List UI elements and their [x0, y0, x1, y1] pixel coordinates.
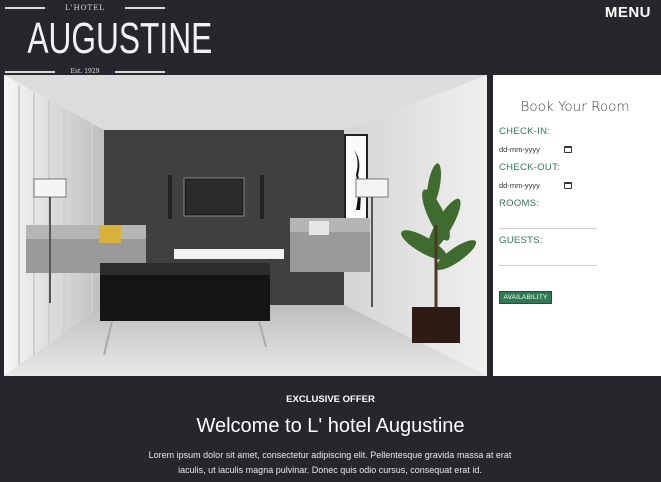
availability-button[interactable]: AVAILABILITY: [499, 291, 552, 304]
booking-title: Book Your Room: [520, 99, 630, 115]
calendar-icon[interactable]: [564, 146, 572, 153]
intro-line-1: Lorem ipsum dolor sit amet, consectetur …: [148, 450, 512, 460]
logo-small-text: L'HOTEL: [65, 4, 105, 12]
hero-room-image: [4, 75, 487, 376]
intro-paragraph: Lorem ipsum dolor sit amet, consectetur …: [120, 448, 540, 478]
menu-button[interactable]: MENU: [605, 4, 651, 21]
checkout-date-input[interactable]: dd-mm-yyyy: [499, 180, 572, 191]
checkin-date-input[interactable]: dd-mm-yyyy: [499, 144, 572, 155]
checkout-placeholder: dd-mm-yyyy: [499, 181, 540, 190]
guests-label: GUESTS:: [499, 235, 543, 246]
checkin-placeholder: dd-mm-yyyy: [499, 145, 540, 154]
logo-brand-text: AUGUSTINE: [27, 14, 213, 63]
exclusive-offer-label: EXCLUSIVE OFFER: [286, 394, 375, 405]
calendar-icon[interactable]: [564, 182, 572, 189]
welcome-heading: Welcome to L' hotel Augustine: [196, 415, 465, 437]
hotel-logo[interactable]: L'HOTEL AUGUSTINE Est. 1929: [5, 2, 213, 76]
guests-input[interactable]: [499, 254, 597, 266]
checkout-label: CHECK-OUT:: [499, 162, 561, 173]
logo-est-text: Est. 1929: [70, 68, 100, 75]
rooms-label: ROOMS:: [499, 198, 540, 209]
rooms-input[interactable]: [499, 217, 597, 229]
booking-panel: Book Your Room CHECK-IN: dd-mm-yyyy CHEC…: [493, 75, 661, 376]
checkin-label: CHECK-IN:: [499, 126, 551, 137]
intro-line-2: iaculis, ut iaculis magna pulvinar. Done…: [178, 465, 482, 475]
